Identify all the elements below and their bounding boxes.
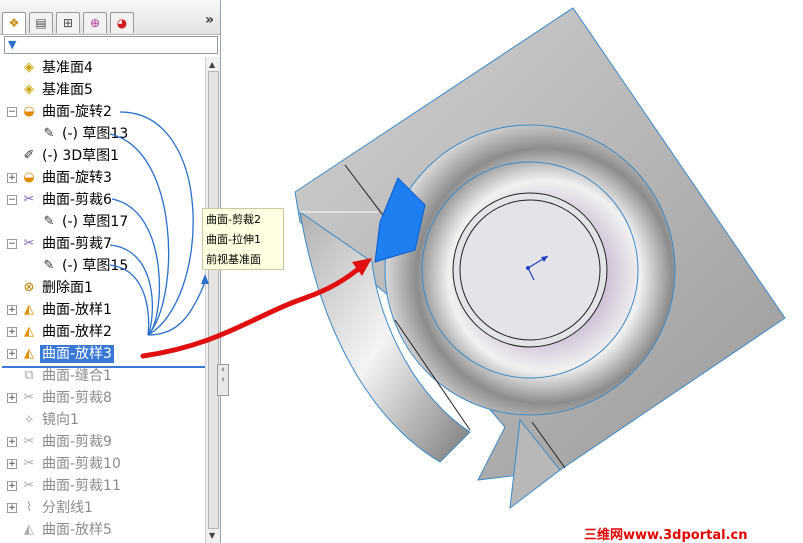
parent-child-lines bbox=[109, 111, 206, 336]
tooltip-line-2: 曲面-拉伸1 bbox=[206, 233, 261, 246]
tooltip-line-3: 前视基准面 bbox=[206, 253, 261, 266]
parent-child-arrow-icon bbox=[201, 274, 209, 284]
tooltip-line-1: 曲面-剪裁2 bbox=[206, 213, 261, 226]
graphics-viewport[interactable] bbox=[0, 0, 803, 543]
parent-child-tooltip: 曲面-剪裁2 曲面-拉伸1 前视基准面 bbox=[202, 208, 284, 270]
surface-model[interactable] bbox=[294, 7, 786, 510]
watermark: 三维网www.3dportal.cn bbox=[584, 528, 748, 543]
